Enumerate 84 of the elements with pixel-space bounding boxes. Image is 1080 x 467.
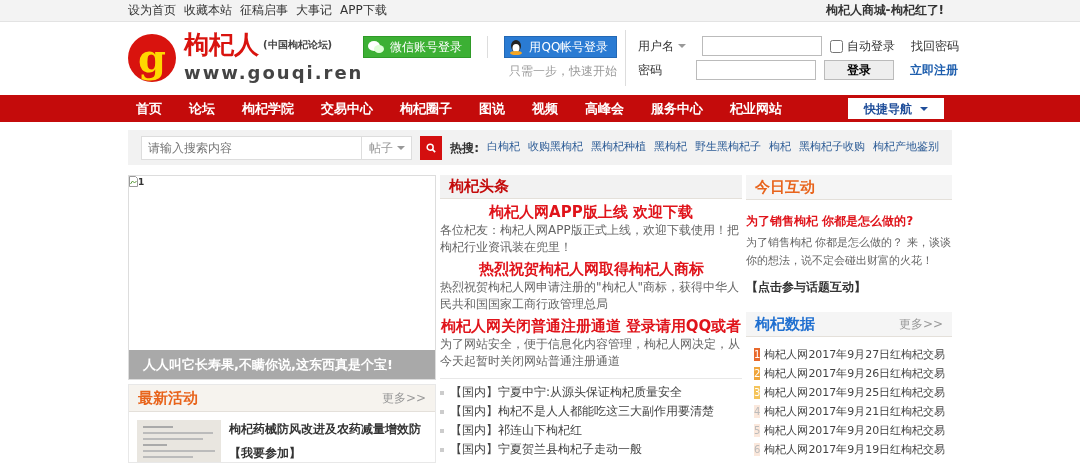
hot-search-link[interactable]: 野生黑枸杞子 (695, 139, 761, 156)
hot-search-link[interactable]: 白枸杞 (487, 139, 520, 156)
hot-search-label: 热搜: (450, 139, 479, 157)
nav-link[interactable]: 枸杞学院 (242, 98, 294, 119)
data-link[interactable]: 枸杞人网2017年9月21日红枸杞交易 (764, 402, 946, 421)
auto-login-label: 自动登录 (847, 38, 896, 55)
nav-link[interactable]: 杞业网站 (730, 98, 782, 119)
data-link[interactable]: 枸杞人网2017年9月26日红枸杞交易 (764, 364, 946, 383)
register-link[interactable]: 立即注册 (910, 61, 959, 79)
top-link[interactable]: APP下载 (340, 3, 387, 17)
hot-search-link[interactable]: 枸杞 (769, 139, 791, 156)
nav-link[interactable]: 交易中心 (321, 98, 373, 119)
rank-badge: 1 (754, 348, 761, 361)
hot-search-link[interactable]: 黑枸杞 (654, 139, 687, 156)
bullet-icon (440, 447, 444, 452)
search-field[interactable]: 请输入搜索内容 (141, 135, 362, 160)
topic-text: 为了销售枸杞 你都是怎么做的？ 来，谈谈你的想法，说不定会碰出财富的火花！ (746, 235, 952, 269)
headline-link[interactable]: 热烈祝贺枸杞人网取得枸杞人商标 (440, 260, 742, 279)
broken-image-icon (129, 176, 138, 187)
news-link[interactable]: 【国内】宁夏中宁:从源头保证枸杞质量安全 (450, 383, 683, 402)
topic-link[interactable]: 为了销售枸杞 你都是怎么做的? (746, 212, 952, 230)
bullet-icon (440, 409, 444, 414)
news-link[interactable]: 【国内】枸杞不是人人都能吃这三大副作用要清楚 (450, 402, 714, 421)
rank-badge: 2 (754, 367, 761, 380)
data-link[interactable]: 枸杞人网2017年9月25日红枸杞交易 (764, 383, 946, 402)
headline-link[interactable]: 枸杞人网关闭普通注册通道 登录请用QQ或者 (440, 317, 742, 336)
bullet-icon (440, 428, 444, 433)
logo-subtitle: (中国枸杞论坛) (263, 38, 333, 52)
image-alt-text: 1 (138, 176, 145, 189)
top-link[interactable]: 征稿启事 (240, 3, 288, 17)
panel-title: 今日互动 (755, 176, 815, 198)
headline-link[interactable]: 枸杞人网APP版上线 欢迎下载 (440, 203, 742, 222)
slideshow-caption: 人人叫它长寿果,不瞒你说,这东西真是个宝! (129, 349, 435, 379)
password-label: 密码 (638, 62, 664, 79)
panel-title: 最新活动 (138, 387, 198, 409)
data-link[interactable]: 枸杞人网2017年9月27日红枸杞交易 (764, 345, 946, 364)
promo-link[interactable]: 枸杞人商城-枸杞红了! (825, 0, 944, 21)
news-link[interactable]: 【国内】宁夏贺兰县枸杞子走动一般 (450, 440, 642, 459)
password-field[interactable] (696, 60, 817, 80)
rank-badge: 3 (754, 386, 761, 399)
hot-search-link[interactable]: 黑枸杞子收购 (799, 139, 865, 156)
rank-badge: 4 (754, 405, 761, 418)
logo-name: 枸杞人 (184, 30, 259, 59)
login-hint: 只需一步，快速开始 (509, 63, 618, 80)
hot-search-link[interactable]: 黑枸杞种植 (591, 139, 646, 156)
headline-summary: 为了网站安全，便于信息化内容管理，枸杞人网决定，从今天起暂时关闭网站普通注册通道 (440, 336, 741, 370)
panel-title: 枸杞数据 (755, 313, 815, 335)
top-link[interactable]: 大事记 (296, 3, 332, 17)
wechat-icon (368, 40, 385, 54)
headline-summary: 各位杞友：枸杞人网APP版正式上线，欢迎下载使用！把枸杞行业资讯装在兜里！ (440, 222, 740, 256)
login-button[interactable]: 登录 (824, 60, 895, 80)
username-field[interactable] (702, 36, 823, 56)
rank-badge: 6 (754, 443, 761, 456)
panel-title: 枸杞头条 (449, 176, 509, 198)
activity-link[interactable]: 枸杞药械防风改进及农药减量增效防 (229, 420, 421, 438)
quick-nav-button[interactable]: 快捷导航 (848, 98, 944, 119)
nav-link[interactable]: 首页 (136, 98, 162, 119)
qq-login-button[interactable]: 用QQ帐号登录 (504, 36, 618, 58)
logo-url: www.gouqi.ren (184, 60, 364, 85)
top-link[interactable]: 收藏本站 (184, 3, 232, 17)
join-topic-link[interactable]: 【点击参与话题互动】 (746, 278, 952, 296)
join-link[interactable]: 【我要参加】 (229, 444, 421, 462)
headline-summary: 热烈祝贺枸杞人网申请注册的"枸杞人"商标，获得中华人民共和国国家工商行政管理总局 (440, 279, 741, 313)
nav-link[interactable]: 服务中心 (651, 98, 703, 119)
rank-badge: 5 (754, 424, 761, 437)
search-button[interactable] (420, 135, 443, 160)
news-link[interactable]: 【国内】祁连山下枸杞红 (450, 421, 582, 440)
logo-icon: g (128, 34, 176, 82)
data-link[interactable]: 枸杞人网2017年9月20日红枸杞交易 (764, 421, 946, 440)
bullet-icon (440, 390, 444, 395)
username-label[interactable]: 用户名 (638, 37, 697, 55)
hot-search-link[interactable]: 收购黑枸杞 (528, 139, 583, 156)
auto-login-checkbox[interactable] (830, 39, 844, 53)
hot-search-link[interactable]: 枸杞产地鉴别 (873, 139, 939, 156)
penguin-icon (509, 39, 524, 55)
data-link[interactable]: 枸杞人网2017年9月19日红枸杞交易 (764, 440, 946, 459)
search-icon (426, 141, 437, 154)
nav-link[interactable]: 枸杞圈子 (400, 98, 452, 119)
forgot-password-link[interactable]: 找回密码 (911, 37, 960, 55)
top-link[interactable]: 设为首页 (128, 3, 176, 17)
nav-link[interactable]: 高峰会 (585, 98, 624, 119)
nav-link[interactable]: 论坛 (189, 98, 215, 119)
nav-link[interactable]: 图说 (479, 98, 505, 119)
nav-link[interactable]: 视频 (532, 98, 558, 119)
